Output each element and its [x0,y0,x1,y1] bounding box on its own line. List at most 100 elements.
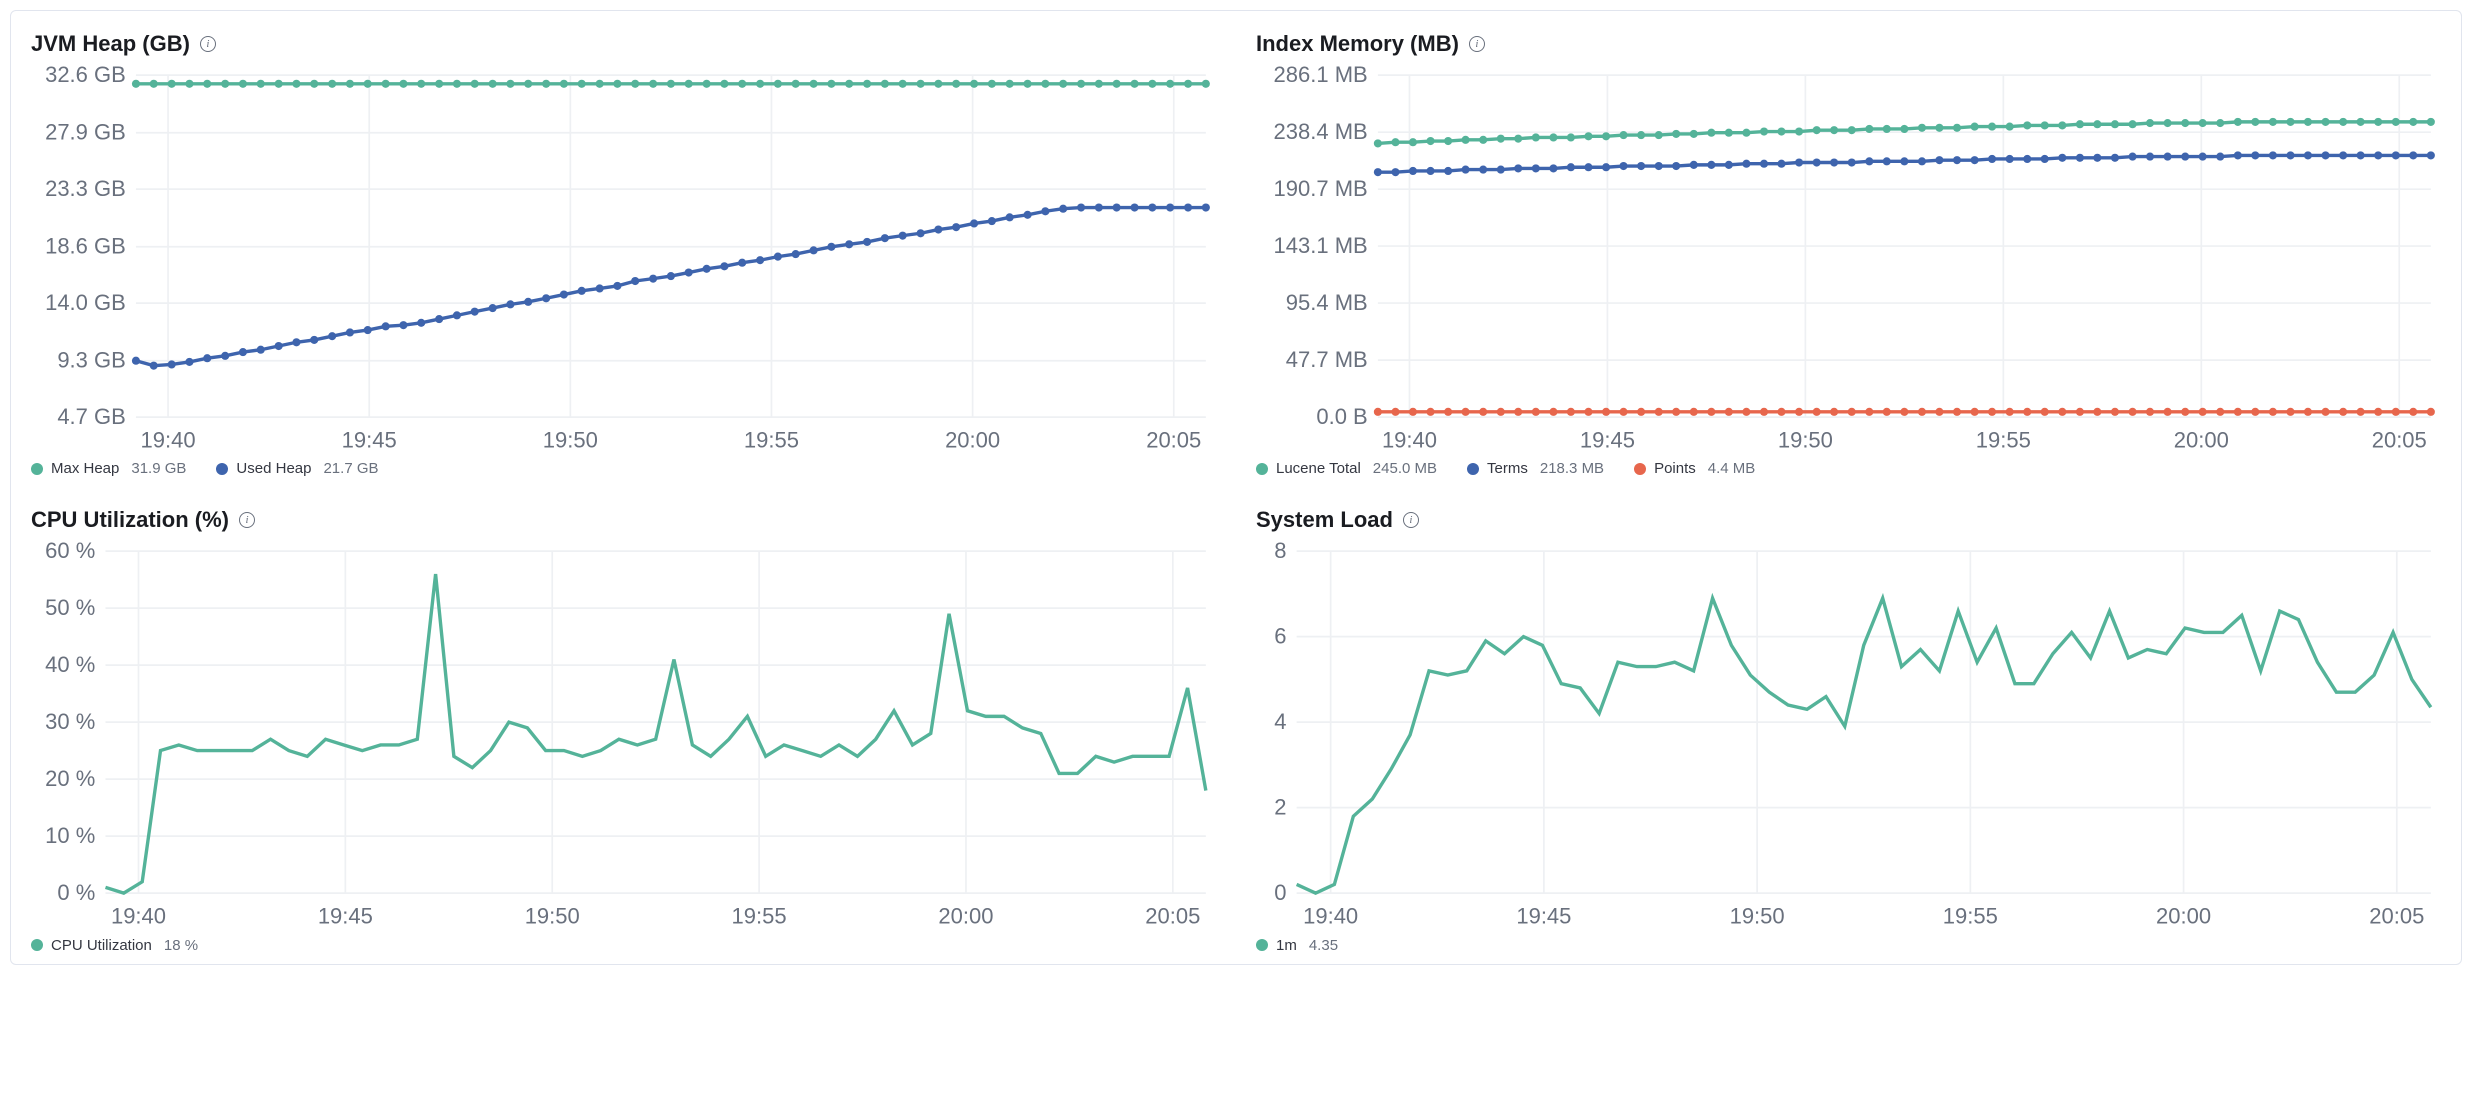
panel-system-load: System Load i 0246819:4019:4519:5019:552… [1256,507,2441,953]
svg-text:19:50: 19:50 [543,428,598,453]
svg-text:20:05: 20:05 [2372,428,2427,453]
legend-dot [31,463,43,475]
svg-text:19:55: 19:55 [1976,428,2031,453]
dashboard-card: JVM Heap (GB) i 4.7 GB 9.3 GB 14.0 GB 18.6 … [10,10,2462,965]
title-text: CPU Utilization (%) [31,507,229,533]
legend-item-max-heap[interactable]: Max Heap 31.9 GB [31,460,186,477]
title-text: Index Memory (MB) [1256,31,1459,57]
svg-text:238.4 MB: 238.4 MB [1274,119,1368,144]
svg-text:50 %: 50 % [45,595,95,620]
svg-text:19:50: 19:50 [525,904,580,929]
svg-text:19:55: 19:55 [732,904,787,929]
svg-text:190.7 MB: 190.7 MB [1274,176,1368,201]
svg-text:0.0 B: 0.0 B [1316,404,1367,429]
legend-dot [1256,939,1268,951]
svg-text:32.6 GB: 32.6 GB [45,65,126,87]
svg-text:4: 4 [1274,709,1286,734]
legend-cpu: CPU Utilization 18 % [31,931,1216,954]
legend-dot [1256,463,1268,475]
panel-title: JVM Heap (GB) i [31,31,1216,57]
chart-system-load[interactable]: 0246819:4019:4519:5019:5520:0020:05 [1256,541,2441,930]
svg-text:19:55: 19:55 [1943,904,1998,929]
chart-cpu[interactable]: 0 % 10 % 20 % 30 % 40 % 50 % 60 % 19:40 19:45 19:… [31,541,1216,930]
legend-system-load: 1m 4.35 [1256,931,2441,954]
svg-text:286.1 MB: 286.1 MB [1274,65,1368,87]
legend-dot [216,463,228,475]
svg-text:95.4 MB: 95.4 MB [1286,290,1368,315]
svg-text:4.7 GB: 4.7 GB [57,404,125,429]
svg-text:20:05: 20:05 [1146,428,1201,453]
legend-value: 4.4 MB [1708,460,1756,477]
legend-dot [31,939,43,951]
svg-text:20:05: 20:05 [2369,904,2424,929]
panel-title: CPU Utilization (%) i [31,507,1216,533]
svg-text:19:40: 19:40 [141,428,196,453]
legend-item-points[interactable]: Points 4.4 MB [1634,460,1755,477]
info-icon[interactable]: i [1403,512,1419,528]
svg-text:9.3 GB: 9.3 GB [57,347,125,372]
svg-text:60 %: 60 % [45,541,95,563]
panel-jvm-heap: JVM Heap (GB) i 4.7 GB 9.3 GB 14.0 GB 18.6 … [31,31,1216,477]
svg-text:47.7 MB: 47.7 MB [1286,347,1368,372]
info-icon[interactable]: i [1469,36,1485,52]
legend-dot [1634,463,1646,475]
legend-label: Points [1654,460,1696,477]
svg-text:2: 2 [1274,795,1286,820]
svg-text:23.3 GB: 23.3 GB [45,176,126,201]
svg-text:19:45: 19:45 [342,428,397,453]
svg-text:14.0 GB: 14.0 GB [45,290,126,315]
svg-text:20:00: 20:00 [945,428,1000,453]
svg-text:19:40: 19:40 [111,904,166,929]
svg-text:20:00: 20:00 [938,904,993,929]
svg-text:19:40: 19:40 [1303,904,1358,929]
legend-item-terms[interactable]: Terms 218.3 MB [1467,460,1604,477]
legend-value: 21.7 GB [323,460,378,477]
svg-text:0: 0 [1274,880,1286,905]
legend-item-lucene-total[interactable]: Lucene Total 245.0 MB [1256,460,1437,477]
legend-value: 218.3 MB [1540,460,1604,477]
panel-cpu: CPU Utilization (%) i 0 % 10 % 20 % 30 % 40 … [31,507,1216,953]
svg-text:30 %: 30 % [45,709,95,734]
svg-text:19:50: 19:50 [1730,904,1785,929]
svg-text:19:50: 19:50 [1778,428,1833,453]
svg-text:143.1 MB: 143.1 MB [1274,233,1368,258]
legend-jvm-heap: Max Heap 31.9 GB Used Heap 21.7 GB [31,454,1216,477]
chart-index-memory[interactable]: 0.0 B 47.7 MB 95.4 MB 143.1 MB 190.7 MB 238.4… [1256,65,2441,454]
svg-text:19:45: 19:45 [1516,904,1571,929]
svg-text:0 %: 0 % [57,880,95,905]
legend-value: 245.0 MB [1373,460,1437,477]
chart-jvm-heap[interactable]: 4.7 GB 9.3 GB 14.0 GB 18.6 GB 23.3 GB 27.9 GB… [31,65,1216,454]
legend-dot [1467,463,1479,475]
title-text: System Load [1256,507,1393,533]
title-text: JVM Heap (GB) [31,31,190,57]
svg-text:18.6 GB: 18.6 GB [45,234,126,259]
legend-item-1m[interactable]: 1m 4.35 [1256,937,1338,954]
legend-label: Terms [1487,460,1528,477]
svg-text:20:00: 20:00 [2156,904,2211,929]
legend-item-cpu-util[interactable]: CPU Utilization 18 % [31,937,198,954]
legend-item-used-heap[interactable]: Used Heap 21.7 GB [216,460,378,477]
svg-text:20 %: 20 % [45,766,95,791]
svg-text:20:00: 20:00 [2174,428,2229,453]
svg-text:6: 6 [1274,624,1286,649]
legend-label: CPU Utilization [51,937,152,954]
svg-text:27.9 GB: 27.9 GB [45,120,126,145]
svg-text:19:45: 19:45 [1580,428,1635,453]
info-icon[interactable]: i [200,36,216,52]
legend-value: 4.35 [1309,937,1338,954]
svg-text:40 %: 40 % [45,652,95,677]
legend-label: 1m [1276,937,1297,954]
legend-value: 31.9 GB [131,460,186,477]
legend-label: Lucene Total [1276,460,1361,477]
svg-text:20:05: 20:05 [1145,904,1200,929]
panel-title: Index Memory (MB) i [1256,31,2441,57]
legend-value: 18 % [164,937,198,954]
legend-index-memory: Lucene Total 245.0 MB Terms 218.3 MB Poi… [1256,454,2441,477]
svg-text:10 %: 10 % [45,823,95,848]
svg-text:19:45: 19:45 [318,904,373,929]
chart-grid: JVM Heap (GB) i 4.7 GB 9.3 GB 14.0 GB 18.6 … [31,31,2441,954]
panel-index-memory: Index Memory (MB) i 0.0 B 47.7 MB 95.4 MB 1… [1256,31,2441,477]
svg-text:19:40: 19:40 [1382,428,1437,453]
info-icon[interactable]: i [239,512,255,528]
legend-label: Max Heap [51,460,119,477]
